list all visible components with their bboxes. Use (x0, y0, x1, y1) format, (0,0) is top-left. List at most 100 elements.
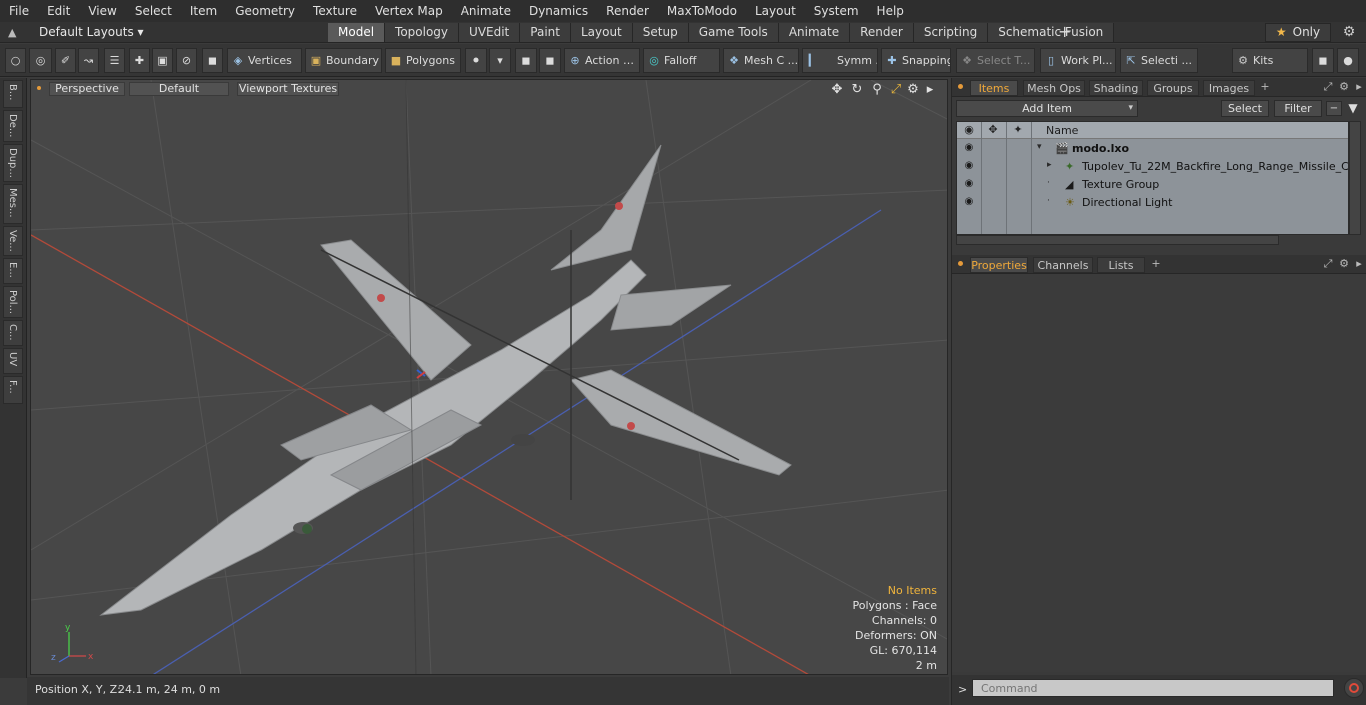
tab-animate[interactable]: Animate (778, 23, 851, 42)
kits-button[interactable]: ⚙ Kits (1232, 48, 1308, 73)
maximize-icon[interactable]: ⤢ (888, 82, 904, 98)
view-mode-button[interactable]: Perspective (49, 82, 125, 96)
vtab-curve[interactable]: C... (3, 320, 23, 346)
menu-render[interactable]: Render (597, 0, 658, 22)
eye-icon[interactable]: ◉ (962, 178, 976, 189)
layout-collapse-icon[interactable]: ▲ (8, 26, 22, 39)
menu-maxtomodo[interactable]: MaxToModo (658, 0, 746, 22)
menu-vertex-map[interactable]: Vertex Map (366, 0, 452, 22)
unity-icon[interactable]: ◼ (1312, 48, 1334, 73)
expand-arrow-icon[interactable]: ▸ (1047, 160, 1052, 170)
tab-schematic-fusion[interactable]: Schematic Fusion (988, 23, 1115, 42)
tab-uvedit[interactable]: UVEdit (459, 23, 521, 42)
shield-alt-icon[interactable]: ◼ (539, 48, 561, 73)
menu-help[interactable]: Help (868, 0, 913, 22)
panel-gear-icon[interactable]: ⚙ (1338, 80, 1350, 94)
command-input[interactable] (972, 679, 1334, 697)
rotate-view-icon[interactable]: ↻ (849, 82, 865, 98)
polygons-button[interactable]: ■ Polygons (385, 48, 461, 73)
tree-vertical-scrollbar[interactable] (1349, 121, 1361, 235)
funnel-icon[interactable]: ▼ (1345, 101, 1361, 116)
select-button[interactable]: Select (1221, 100, 1269, 117)
vtab-fusion[interactable]: F... (3, 376, 23, 404)
viewport-gear-icon[interactable]: ⚙ (905, 82, 921, 98)
visibility-header-icon[interactable]: ◉ (961, 123, 977, 136)
square-icon[interactable]: ▣ (152, 48, 173, 73)
tab-images[interactable]: Images (1203, 80, 1255, 96)
menu-edit[interactable]: Edit (38, 0, 79, 22)
align-icon[interactable]: ☰ (104, 48, 125, 73)
eye-icon[interactable]: ◉ (962, 160, 976, 171)
name-column-header[interactable]: Name (1046, 124, 1078, 137)
viewport-menu-dot[interactable] (37, 86, 41, 90)
tree-row-texture-group[interactable]: ◉ · ◢ Texture Group (957, 176, 1348, 194)
unreal-icon[interactable]: ● (1337, 48, 1359, 73)
panel-gear-icon[interactable]: ⚙ (1338, 257, 1350, 271)
tab-lists[interactable]: Lists (1097, 257, 1145, 273)
vtab-basic[interactable]: B... (3, 80, 23, 108)
filter-button[interactable]: Filter (1274, 100, 1322, 117)
boundary-button[interactable]: ▣ Boundary (305, 48, 382, 73)
material-icon[interactable]: ⚫ (465, 48, 487, 73)
vtab-polygon[interactable]: Pol... (3, 286, 23, 318)
tab-properties[interactable]: Properties (970, 257, 1028, 273)
vtab-duplicate[interactable]: Dup... (3, 144, 23, 182)
3d-viewport[interactable]: y x z Perspective Default Viewport Textu… (30, 79, 948, 675)
menu-view[interactable]: View (79, 0, 125, 22)
lock-header-icon[interactable]: ✥ (985, 123, 1001, 136)
tab-topology[interactable]: Topology (385, 23, 460, 42)
only-button[interactable]: ★ Only (1265, 23, 1331, 42)
panel-arrow-icon[interactable]: ▸ (1353, 80, 1365, 94)
record-macro-icon[interactable] (1344, 678, 1364, 698)
tree-horizontal-scrollbar[interactable] (956, 235, 1279, 245)
tab-items[interactable]: Items (970, 80, 1018, 96)
menu-animate[interactable]: Animate (452, 0, 520, 22)
tab-groups[interactable]: Groups (1147, 80, 1199, 96)
move-view-icon[interactable]: ✥ (829, 82, 845, 98)
shading-mode-button[interactable]: Default (129, 82, 229, 96)
layout-selector[interactable]: Default Layouts ▾ (39, 24, 144, 41)
menu-dynamics[interactable]: Dynamics (520, 0, 597, 22)
tab-model[interactable]: Model (328, 23, 386, 42)
mesh-constraint-button[interactable]: ❖ Mesh C ... (723, 48, 799, 73)
tree-row-mesh[interactable]: ◉ ▸ ✦ Tupolev_Tu_22M_Backfire_Long_Range… (957, 158, 1348, 176)
menu-geometry[interactable]: Geometry (226, 0, 304, 22)
type-header-icon[interactable]: ✦ (1010, 123, 1026, 136)
expand-panel-icon[interactable]: ⤢ (1322, 80, 1334, 94)
tab-game-tools[interactable]: Game Tools (688, 23, 779, 42)
viewport-arrow-icon[interactable]: ▸ (922, 82, 938, 98)
select-mode-icon[interactable]: ○ (5, 48, 26, 73)
zoom-icon[interactable]: ⚲ (869, 82, 885, 98)
add-item-button[interactable]: Add Item ▾ (956, 100, 1138, 117)
vtab-uv[interactable]: UV (3, 348, 23, 374)
snapping-button[interactable]: ✚ Snapping (881, 48, 951, 73)
tree-row-scene[interactable]: ◉ ▾ 🎬 modo.lxo (957, 140, 1348, 158)
vtab-edge[interactable]: E... (3, 258, 23, 284)
action-center-button[interactable]: ⊕ Action … (564, 48, 640, 73)
tab-mesh-ops[interactable]: Mesh Ops (1023, 80, 1085, 96)
tab-paint[interactable]: Paint (520, 23, 571, 42)
tree-row-directional-light[interactable]: ◉ · ☀ Directional Light (957, 194, 1348, 212)
tab-scripting[interactable]: Scripting (913, 23, 989, 42)
properties-panel-menu-dot[interactable] (958, 261, 963, 266)
expand-arrow-icon[interactable]: ▾ (1037, 142, 1042, 152)
work-plane-button[interactable]: ▯ Work Pl... (1040, 48, 1116, 73)
tab-layout[interactable]: Layout (570, 23, 633, 42)
vtab-vertex[interactable]: Ve... (3, 226, 23, 256)
collapse-icon[interactable]: − (1326, 101, 1342, 116)
add-tab-button[interactable]: + (1058, 23, 1072, 41)
menu-texture[interactable]: Texture (304, 0, 366, 22)
gear-icon[interactable]: ⚙ (1340, 24, 1358, 40)
menu-file[interactable]: File (0, 0, 38, 22)
vertices-button[interactable]: ◈ Vertices (227, 48, 302, 73)
tab-setup[interactable]: Setup (632, 23, 689, 42)
pen-tool-icon[interactable]: ✐ (55, 48, 76, 73)
select-through-button[interactable]: ❖ Select T... (956, 48, 1035, 73)
eye-icon[interactable]: ◉ (962, 142, 976, 153)
menu-layout[interactable]: Layout (746, 0, 805, 22)
menu-select[interactable]: Select (126, 0, 181, 22)
tab-shading[interactable]: Shading (1089, 80, 1143, 96)
add-panel-tab-icon[interactable]: + (1259, 80, 1271, 94)
aircraft-model[interactable] (99, 80, 792, 675)
falloff-button[interactable]: ◎ Falloff (643, 48, 720, 73)
